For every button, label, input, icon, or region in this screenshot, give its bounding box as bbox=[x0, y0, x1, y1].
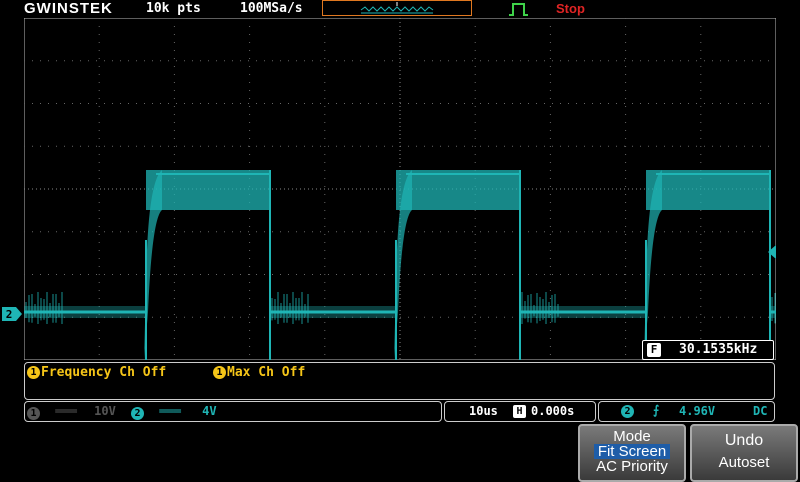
channel1-coupling: ═══ bbox=[55, 404, 77, 418]
undo-autoset-softkey[interactable]: Undo Autoset bbox=[690, 424, 798, 482]
measurement-max[interactable]: 1 Max Ch Off bbox=[213, 365, 305, 380]
trigger-source-badge: 2 bbox=[621, 405, 634, 418]
channel2-ground-marker[interactable]: 2 bbox=[2, 306, 22, 325]
measurement-max-label: Max Ch Off bbox=[227, 365, 306, 380]
autoset-mode-softkey[interactable]: Mode Fit Screen AC Priority bbox=[578, 424, 686, 482]
mode-title: Mode bbox=[613, 428, 651, 445]
svg-text:2: 2 bbox=[6, 308, 13, 321]
trigger-level-marker-icon[interactable] bbox=[766, 244, 776, 263]
record-length: 10k pts bbox=[146, 1, 201, 16]
autoset-label: Autoset bbox=[718, 454, 770, 471]
channel1-badge: 1 bbox=[27, 407, 40, 420]
frequency-counter-readout: F 30.1535kHz bbox=[642, 340, 774, 360]
trigger-level: 4.96V bbox=[679, 404, 716, 418]
mode-option-fit-screen: Fit Screen bbox=[593, 444, 671, 459]
brand-logo: GWINSTEK bbox=[24, 0, 113, 17]
memory-overview-bar bbox=[322, 0, 472, 16]
channel2-badge: 2 bbox=[131, 407, 144, 420]
trigger-status[interactable]: 2 ⨍ 4.96V DC bbox=[598, 401, 775, 422]
waveform-overview-icon bbox=[360, 2, 434, 14]
sample-rate: 100MSa/s bbox=[240, 1, 303, 16]
channel1-status[interactable]: 1 ═══ 10V bbox=[27, 404, 116, 420]
waveform-display[interactable] bbox=[24, 18, 776, 360]
frequency-value: 30.1535kHz bbox=[679, 342, 758, 357]
channel2-status[interactable]: 2 ═══ 4V bbox=[131, 404, 217, 420]
trigger-coupling: DC bbox=[753, 404, 768, 418]
measurement-frequency-label: Frequency Ch Off bbox=[41, 365, 167, 380]
mode-option-ac-priority: AC Priority bbox=[596, 458, 668, 475]
horizontal-position-tag: H bbox=[513, 405, 526, 418]
channel2-coupling: ═══ bbox=[159, 404, 181, 418]
measurement-frequency[interactable]: 1 Frequency Ch Off bbox=[27, 365, 166, 380]
frequency-tag: F bbox=[647, 343, 661, 357]
channel1-badge: 1 bbox=[213, 366, 226, 379]
channel1-badge: 1 bbox=[27, 366, 40, 379]
timebase-status[interactable]: 10us H 0.000s bbox=[444, 401, 596, 422]
run-stop-status[interactable]: Stop bbox=[556, 1, 585, 16]
timebase-scale: 10us bbox=[469, 404, 498, 418]
channel1-scale: 10V bbox=[94, 404, 116, 418]
channel-status-bar: 1 ═══ 10V 2 ═══ 4V bbox=[24, 401, 442, 422]
undo-label: Undo bbox=[724, 432, 764, 449]
horizontal-position: 0.000s bbox=[531, 404, 575, 418]
measurement-bar: 1 Frequency Ch Off 1 Max Ch Off bbox=[24, 362, 775, 400]
channel2-scale: 4V bbox=[202, 404, 217, 418]
rising-edge-icon: ⨍ bbox=[653, 403, 660, 417]
